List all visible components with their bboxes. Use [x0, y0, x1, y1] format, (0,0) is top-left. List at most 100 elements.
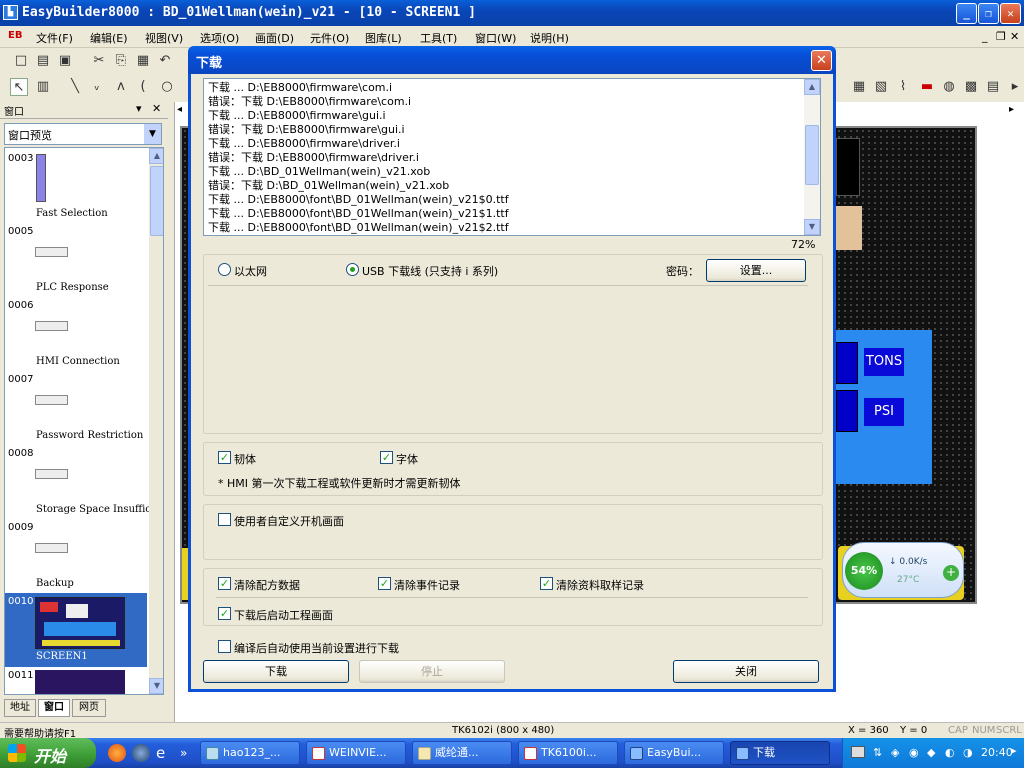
curve-tool-icon[interactable]: (	[134, 78, 152, 96]
task-tk6100i-pdf[interactable]: TK6100i...	[518, 741, 618, 765]
save-icon[interactable]: ▣	[56, 52, 74, 70]
task-download[interactable]: 下载	[730, 741, 830, 765]
circle-tool-icon[interactable]: ○	[158, 78, 176, 96]
scroll-thumb[interactable]	[150, 166, 163, 236]
close-window-button[interactable]: ✕	[1000, 3, 1021, 24]
trend-tool-icon[interactable]: ⌇	[894, 78, 912, 96]
menu-library[interactable]: 图库(L)	[365, 30, 402, 46]
checkbox-auto-download[interactable]	[218, 640, 231, 653]
download-log[interactable]: 下载 ... D:\EB8000\firmware\com.i 错误：下载 D:…	[203, 78, 821, 236]
scroll-up-icon[interactable]: ▲	[804, 79, 820, 95]
tab-window[interactable]: 窗口	[38, 699, 70, 717]
arc-tool-icon[interactable]: ʌ	[112, 78, 130, 96]
checkbox-start-after[interactable]: ✓	[218, 607, 231, 620]
task-easybuilder[interactable]: EasyBui...	[624, 741, 724, 765]
progress-percent: 72%	[791, 238, 816, 251]
log-scrollbar[interactable]: ▲ ▼	[804, 79, 820, 235]
speaker-icon[interactable]: ◉	[909, 746, 919, 759]
menu-screen[interactable]: 画面(D)	[255, 30, 294, 46]
property-tool-icon[interactable]: ▥	[34, 78, 52, 96]
new-file-icon[interactable]: □	[12, 52, 30, 70]
chevron-down-icon[interactable]: ▼	[144, 124, 161, 144]
meter-tool-icon[interactable]: ◍	[940, 78, 958, 96]
menu-file[interactable]: 文件(F)	[36, 30, 73, 46]
chart-tool-icon[interactable]: ▩	[962, 78, 980, 96]
more-tools-icon[interactable]: ▸	[1006, 78, 1024, 96]
list-item-selected[interactable]: 0010 SCREEN1	[5, 593, 147, 667]
add-icon[interactable]: +	[943, 565, 959, 581]
dialog-close-button[interactable]: ✕	[811, 50, 832, 71]
pin-icon[interactable]: ▾	[136, 102, 142, 115]
start-button[interactable]: 开始	[0, 738, 96, 768]
scroll-right-icon[interactable]: ▸	[1009, 104, 1014, 115]
download-button[interactable]: 下载	[203, 660, 349, 683]
restore-button[interactable]: ❐	[978, 3, 999, 24]
dialog-title-bar[interactable]: 下载 ✕	[188, 46, 836, 74]
scroll-down-icon[interactable]: ▼	[804, 219, 820, 235]
canvas-object[interactable]	[836, 206, 862, 250]
clock[interactable]: 20:40	[981, 746, 1013, 759]
line-tool-icon[interactable]: ╲	[66, 78, 84, 96]
ie-icon[interactable]: e	[156, 744, 174, 762]
close-button[interactable]: 关闭	[673, 660, 819, 683]
menu-window[interactable]: 窗口(W)	[475, 30, 516, 46]
tab-web[interactable]: 网页	[72, 699, 106, 717]
tab-address[interactable]: 地址	[4, 699, 36, 717]
menu-edit[interactable]: 编辑(E)	[90, 30, 128, 46]
keyboard-icon[interactable]	[851, 746, 865, 758]
checkbox-font[interactable]: ✓	[380, 451, 393, 464]
mdi-close-button[interactable]: ✕	[1010, 30, 1019, 43]
paste-icon[interactable]: ▦	[134, 52, 152, 70]
checkbox-firmware[interactable]: ✓	[218, 451, 231, 464]
network-speed-widget[interactable]: 54% ↓ 0.0K/s 27°C +	[842, 542, 964, 598]
canvas-object[interactable]	[836, 138, 860, 196]
polyline-tool-icon[interactable]: ᵥ	[88, 78, 106, 96]
pointer-tool-icon[interactable]: ↖	[10, 78, 28, 96]
update-icon[interactable]: ◑	[963, 746, 973, 759]
scroll-left-icon[interactable]: ◂	[177, 104, 182, 115]
task-hao123[interactable]: hao123_...	[200, 741, 300, 765]
canvas-panel[interactable]: TONS PSI	[836, 330, 932, 484]
bar-tool-icon[interactable]: ▬	[918, 78, 936, 96]
scroll-down-icon[interactable]: ▼	[149, 678, 163, 694]
picture-tool-icon[interactable]: ▧	[872, 78, 890, 96]
checkbox-custom-boot[interactable]	[218, 513, 231, 526]
security-icon[interactable]: ◈	[891, 746, 899, 759]
window-preview-select[interactable]: 窗口预览 ▼	[4, 123, 162, 145]
list-scrollbar[interactable]: ▲ ▼	[149, 148, 163, 694]
cut-icon[interactable]: ✂	[90, 52, 108, 70]
undo-icon[interactable]: ↶	[156, 52, 174, 70]
tray-expand-icon[interactable]: ▸	[1011, 744, 1017, 757]
open-folder-icon[interactable]: ▤	[34, 52, 52, 70]
antivirus-icon[interactable]: ◐	[945, 746, 955, 759]
scroll-thumb[interactable]	[805, 125, 819, 185]
menu-tools[interactable]: 工具(T)	[420, 30, 457, 46]
menu-view[interactable]: 视图(V)	[145, 30, 183, 46]
mdi-minimize-button[interactable]: _	[982, 30, 988, 43]
menu-options[interactable]: 选项(O)	[200, 30, 239, 46]
table-tool-icon[interactable]: ▦	[850, 78, 868, 96]
panel-close-icon[interactable]: ✕	[152, 102, 161, 115]
scroll-up-icon[interactable]: ▲	[149, 148, 163, 164]
stop-button[interactable]: 停止	[359, 660, 505, 683]
checkbox-clear-sampling[interactable]: ✓	[540, 577, 553, 590]
menu-help[interactable]: 说明(H)	[530, 30, 569, 46]
task-weinview-pdf[interactable]: WEINVIE...	[306, 741, 406, 765]
item-number: 0003	[8, 153, 34, 164]
network-icon[interactable]: ⇅	[873, 746, 882, 759]
task-weintek[interactable]: 威纶通...	[412, 741, 512, 765]
copy-icon[interactable]: ⎘	[112, 52, 130, 70]
radio-usb[interactable]	[346, 263, 359, 276]
mdi-restore-button[interactable]: ❐	[996, 30, 1006, 43]
firefox-icon[interactable]	[108, 744, 126, 762]
safe-remove-icon[interactable]: ◆	[927, 746, 935, 759]
menu-objects[interactable]: 元件(O)	[310, 30, 349, 46]
settings-button[interactable]: 设置...	[706, 259, 806, 282]
display-tool-icon[interactable]: ▤	[984, 78, 1002, 96]
checkbox-clear-recipe[interactable]: ✓	[218, 577, 231, 590]
radio-ethernet[interactable]	[218, 263, 231, 276]
quick-launch-expand-icon[interactable]: »	[180, 744, 198, 762]
media-player-icon[interactable]	[132, 744, 150, 762]
minimize-button[interactable]: _	[956, 3, 977, 24]
checkbox-clear-event[interactable]: ✓	[378, 577, 391, 590]
